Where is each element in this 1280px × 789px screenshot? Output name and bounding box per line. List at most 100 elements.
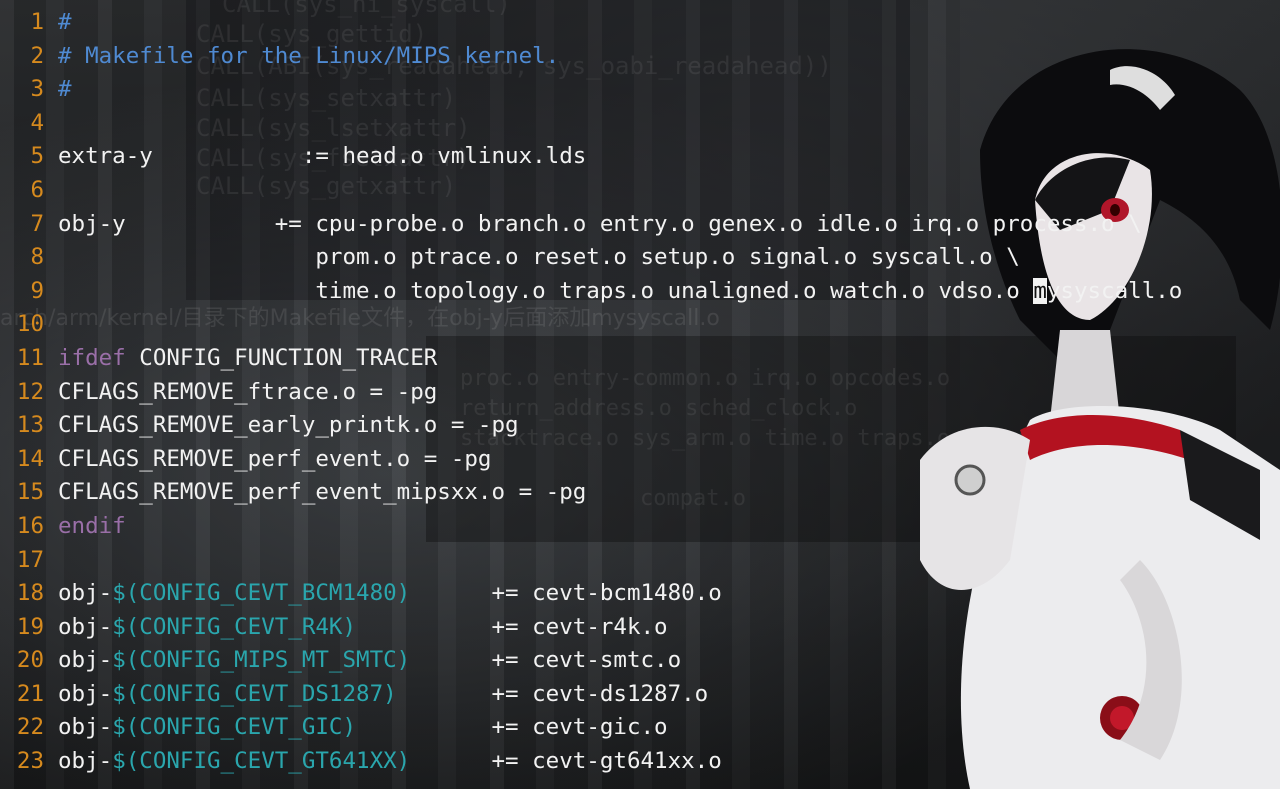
code-token: CFLAGS_REMOVE_perf_event_mipsxx.o = -pg [58,479,587,506]
code-token: obj-y += cpu-probe.o branch.o entry.o ge… [58,210,1142,237]
code-text[interactable]: obj-$(CONFIG_CEVT_DS1287) += cevt-ds1287… [58,678,708,712]
comment-token: # Makefile for the Linux/MIPS kernel. [58,42,560,69]
code-token: CONFIG_FUNCTION_TRACER [125,344,438,371]
code-token: += cevt-bcm1480.o [410,580,722,607]
code-line[interactable]: 14 CFLAGS_REMOVE_perf_event.o = -pg [0,443,1280,477]
code-line[interactable]: 20 obj-$(CONFIG_MIPS_MT_SMTC) += cevt-smt… [0,644,1280,678]
code-line[interactable]: 21 obj-$(CONFIG_CEVT_DS1287) += cevt-ds12… [0,678,1280,712]
code-text[interactable]: # Makefile for the Linux/MIPS kernel. [58,40,559,74]
code-line[interactable]: 4 [0,107,1280,141]
variable-token: $(CONFIG_CEVT_GT641XX) [112,748,411,775]
text-cursor: m [1033,277,1047,304]
variable-token: $(CONFIG_CEVT_R4K) [112,613,357,640]
code-line[interactable]: 3 # [0,73,1280,107]
code-text[interactable]: obj-$(CONFIG_CEVT_GT641XX) += cevt-gt641… [58,745,722,779]
code-line[interactable]: 15 CFLAGS_REMOVE_perf_event_mipsxx.o = -p… [0,476,1280,510]
code-token: CFLAGS_REMOVE_perf_event.o = -pg [58,445,492,472]
code-line[interactable]: 19 obj-$(CONFIG_CEVT_R4K) += cevt-r4k.o [0,611,1280,645]
line-number: 1 [30,9,44,35]
code-token: CFLAGS_REMOVE_early_printk.o = -pg [58,412,519,439]
code-token: obj- [58,748,113,775]
line-number: 12 [16,378,44,405]
line-number: 7 [30,210,44,237]
variable-token: $(CONFIG_CEVT_GIC) [112,714,357,741]
line-number: 6 [30,176,44,203]
line-number: 9 [30,277,44,304]
line-number: 21 [16,680,44,707]
code-token: obj- [58,613,113,640]
line-number: 3 [30,76,44,103]
code-text[interactable]: endif [58,510,126,544]
code-line[interactable]: 6 [0,174,1280,208]
code-line[interactable]: 18 obj-$(CONFIG_CEVT_BCM1480) += cevt-bcm… [0,577,1280,611]
code-line[interactable]: 12 CFLAGS_REMOVE_ftrace.o = -pg [0,376,1280,410]
code-text[interactable]: prom.o ptrace.o reset.o setup.o signal.o… [58,241,1019,275]
code-line[interactable]: 23 obj-$(CONFIG_CEVT_GT641XX) += cevt-gt6… [0,745,1280,779]
code-line[interactable]: 22 obj-$(CONFIG_CEVT_GIC) += cevt-gic.o [0,711,1280,745]
code-token: CFLAGS_REMOVE_ftrace.o = -pg [58,378,438,405]
line-number: 2 [30,42,44,69]
code-text[interactable]: obj-y += cpu-probe.o branch.o entry.o ge… [58,208,1142,242]
code-token: obj- [58,580,113,607]
line-number: 4 [30,109,44,136]
code-line[interactable]: 2 # Makefile for the Linux/MIPS kernel. [0,40,1280,74]
variable-token: $(CONFIG_MIPS_MT_SMTC) [112,647,411,674]
code-token: += cevt-gt641xx.o [410,748,722,775]
code-line[interactable]: 10 [0,308,1280,342]
editor-lines: 1 #2 # Makefile for the Linux/MIPS kernel.… [0,6,1280,779]
code-text[interactable]: time.o topology.o traps.o unaligned.o wa… [58,275,1182,309]
line-number: 20 [16,647,44,674]
line-number: 23 [16,748,44,775]
code-token: time.o topology.o traps.o unaligned.o wa… [58,277,1034,304]
line-number: 17 [16,546,44,573]
code-token: extra-y := head.o vmlinux.lds [58,143,587,170]
code-line[interactable]: 9 time.o topology.o traps.o unaligned.o … [0,275,1280,309]
code-line[interactable]: 5 extra-y := head.o vmlinux.lds [0,140,1280,174]
code-token: += cevt-gic.o [356,714,668,741]
code-token: obj- [58,680,113,707]
code-line[interactable]: 11 ifdef CONFIG_FUNCTION_TRACER [0,342,1280,376]
code-text[interactable]: extra-y := head.o vmlinux.lds [58,140,586,174]
code-text[interactable]: obj-$(CONFIG_MIPS_MT_SMTC) += cevt-smtc.… [58,644,681,678]
line-number: 18 [16,580,44,607]
code-line[interactable]: 17 [0,544,1280,578]
code-line[interactable]: 16 endif [0,510,1280,544]
comment-token: # [58,9,72,35]
line-number: 19 [16,613,44,640]
code-token: obj- [58,714,113,741]
code-line[interactable]: 13 CFLAGS_REMOVE_early_printk.o = -pg [0,409,1280,443]
code-token: obj- [58,647,113,674]
code-text[interactable]: CFLAGS_REMOVE_perf_event_mipsxx.o = -pg [58,476,586,510]
code-text[interactable]: ifdef CONFIG_FUNCTION_TRACER [58,342,437,376]
line-number: 13 [16,412,44,439]
comment-token: # [58,76,72,103]
code-text[interactable]: obj-$(CONFIG_CEVT_R4K) += cevt-r4k.o [58,611,668,645]
keyword-token: ifdef [58,344,126,371]
code-text[interactable]: obj-$(CONFIG_CEVT_BCM1480) += cevt-bcm14… [58,577,722,611]
line-number: 10 [16,311,44,338]
line-number: 5 [30,143,44,170]
code-text[interactable]: obj-$(CONFIG_CEVT_GIC) += cevt-gic.o [58,711,668,745]
variable-token: $(CONFIG_CEVT_BCM1480) [112,580,411,607]
code-text[interactable]: CFLAGS_REMOVE_perf_event.o = -pg [58,443,491,477]
code-text[interactable]: CFLAGS_REMOVE_early_printk.o = -pg [58,409,519,443]
code-line[interactable]: 1 # [0,6,1280,40]
code-token: += cevt-smtc.o [410,647,682,674]
code-token: += cevt-r4k.o [356,613,668,640]
line-number: 8 [30,244,44,271]
code-text[interactable]: # [58,6,72,40]
code-line[interactable]: 8 prom.o ptrace.o reset.o setup.o signal… [0,241,1280,275]
variable-token: $(CONFIG_CEVT_DS1287) [112,680,397,707]
code-line[interactable]: 7 obj-y += cpu-probe.o branch.o entry.o g… [0,208,1280,242]
line-number: 16 [16,512,44,539]
code-text[interactable]: CFLAGS_REMOVE_ftrace.o = -pg [58,376,437,410]
code-editor[interactable]: 1 #2 # Makefile for the Linux/MIPS kernel.… [0,6,1280,779]
line-number: 11 [16,344,44,371]
code-token: += cevt-ds1287.o [396,680,709,707]
line-number: 14 [16,445,44,472]
keyword-token: endif [58,512,126,539]
line-number: 15 [16,479,44,506]
code-token: ysyscall.o [1046,277,1183,304]
code-text[interactable]: # [58,73,72,107]
line-number: 22 [16,714,44,741]
